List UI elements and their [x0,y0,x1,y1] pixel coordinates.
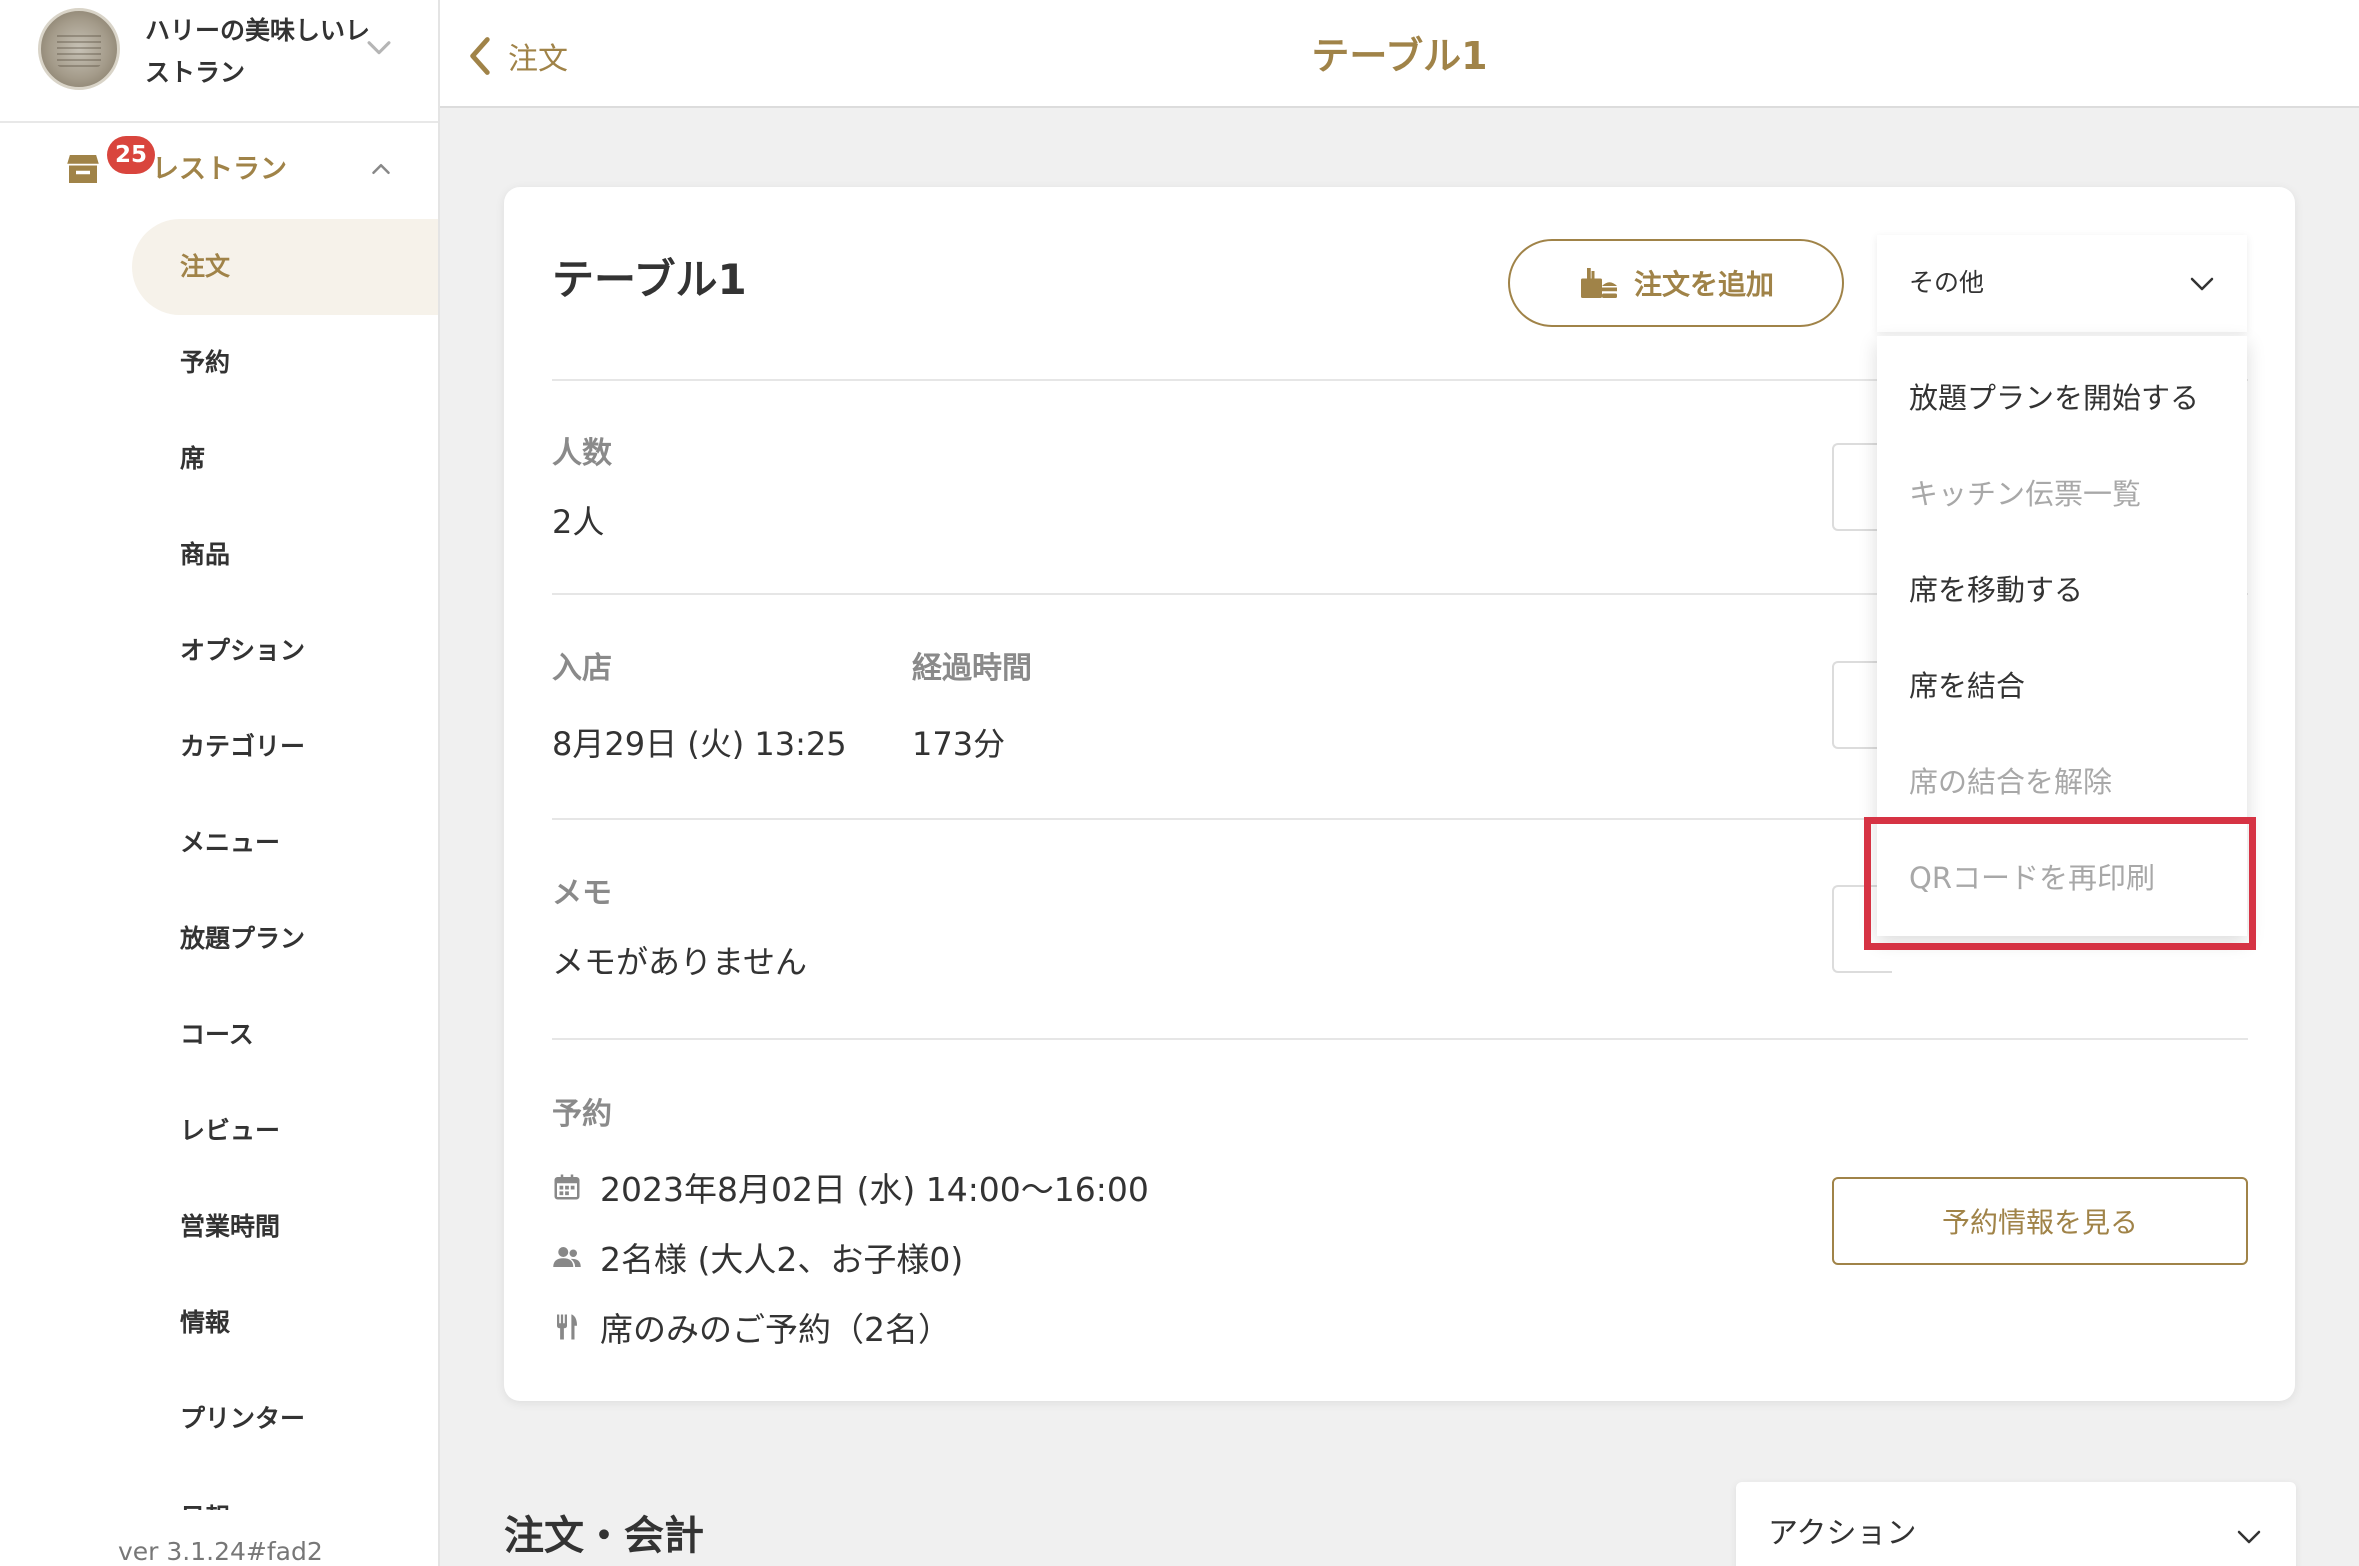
sidebar-item-label: プリンター [180,1404,306,1433]
sidebar-item-options[interactable]: オプション [132,603,438,699]
sidebar-item-label: コース [180,1020,254,1049]
sidebar-item-label: 情報 [180,1308,231,1337]
sidebar-item-label: 放題プラン [180,924,306,953]
food-tray-icon [1580,268,1617,298]
sidebar-item-orders[interactable]: 注文 [132,219,438,315]
sidebar-item-printers[interactable]: プリンター [132,1371,438,1467]
table-title: テーブル1 [552,255,747,304]
chevron-up-icon[interactable] [366,154,396,184]
app-version: ver 3.1.24#fad2 [118,1537,323,1566]
guests-label: 人数 [552,436,612,471]
add-order-label: 注文を追加 [1633,268,1774,301]
sidebar: ハリーの美味しいレストラン レストラン 25 注文 予約 席 商品 オプション … [0,0,440,1566]
sidebar-item-label: 予約 [180,348,231,377]
notification-badge: 25 [107,136,156,174]
sidebar-item-label: カテゴリー [180,732,306,761]
sidebar-item-courses[interactable]: コース [132,987,438,1083]
sidebar-item-label: 席 [180,444,206,473]
highlight-annotation [1864,817,2256,950]
sidebar-item-seats[interactable]: 席 [132,411,438,507]
sidebar-item-label: オプション [180,636,306,665]
sidebar-item-reviews[interactable]: レビュー [132,1083,438,1179]
memo-value: メモがありません [552,943,808,981]
top-bar: 注文 テーブル1 [440,0,2359,108]
nav-group-label: レストラン [152,154,287,185]
sidebar-item-label: 商品 [180,540,231,569]
elapsed-value: 173分 [912,725,1006,763]
sidebar-item-info[interactable]: 情報 [132,1275,438,1371]
shop-name: ハリーの美味しいレストラン [145,16,371,87]
checkin-value: 8月29日 (火) 13:25 [552,725,847,763]
menu-item-merge-seats[interactable]: 席を結合 [1909,664,2025,708]
menu-item-unmerge-seats[interactable]: 席の結合を解除 [1909,760,2112,804]
sidebar-item-daily-report[interactable]: 日報 [180,1500,230,1510]
sidebar-item-label: メニュー [180,828,281,857]
memo-label: メモ [552,876,612,911]
reservation-people-text: 2名様 (大人2、お子様0) [600,1240,964,1279]
checkin-label: 入店 [552,651,612,686]
reservation-datetime: 2023年8月02日 (水) 14:00～16:00 [552,1163,1149,1211]
sidebar-item-all-you-can-plans[interactable]: 放題プラン [132,891,438,987]
sidebar-item-reservations[interactable]: 予約 [132,315,438,411]
sidebar-item-label: レビュー [180,1116,281,1145]
sidebar-item-categories[interactable]: カテゴリー [132,699,438,795]
reservation-label: 予約 [552,1097,612,1132]
calendar-icon [554,1174,580,1200]
reservation-plan-text: 席のみのご予約（2名） [600,1310,951,1349]
sidebar-item-label: 注文 [180,252,231,281]
chevron-down-icon[interactable] [362,30,396,64]
menu-item-move-seat[interactable]: 席を移動する [1909,568,2083,612]
view-reservation-button[interactable]: 予約情報を見る [1832,1177,2248,1265]
sidebar-item-menu[interactable]: メニュー [132,795,438,891]
more-dropdown-toggle[interactable]: その他 [1877,235,2247,332]
guests-value: 2人 [552,503,605,541]
sidebar-item-business-hours[interactable]: 営業時間 [132,1179,438,1275]
orders-section-title: 注文・会計 [504,1513,704,1559]
chevron-down-icon [2237,1530,2261,1544]
elapsed-label: 経過時間 [912,651,1032,686]
more-dropdown-label: その他 [1909,268,1985,297]
shop-avatar [38,8,120,90]
sidebar-item-label: 営業時間 [180,1212,281,1241]
divider [552,1038,2248,1040]
menu-item-kitchen-tickets[interactable]: キッチン伝票一覧 [1909,472,2141,516]
reservation-datetime-text: 2023年8月02日 (水) 14:00～16:00 [600,1170,1149,1209]
store-icon [67,155,99,183]
chevron-down-icon [2190,277,2214,291]
shop-switcher[interactable]: ハリーの美味しいレストラン [0,0,438,123]
nav-group-restaurant[interactable]: レストラン [0,140,438,200]
people-icon [553,1247,581,1267]
sidebar-item-products[interactable]: 商品 [132,507,438,603]
page-title: テーブル1 [1311,34,1488,78]
add-order-button[interactable]: 注文を追加 [1508,239,1844,327]
utensils-icon [557,1314,577,1340]
action-dropdown-label: アクション [1768,1516,1917,1551]
reservation-people: 2名様 (大人2、お子様0) [552,1233,963,1281]
menu-item-start-plan[interactable]: 放題プランを開始する [1909,376,2199,420]
action-dropdown[interactable]: アクション [1736,1482,2296,1566]
reservation-plan: 席のみのご予約（2名） [552,1303,951,1351]
